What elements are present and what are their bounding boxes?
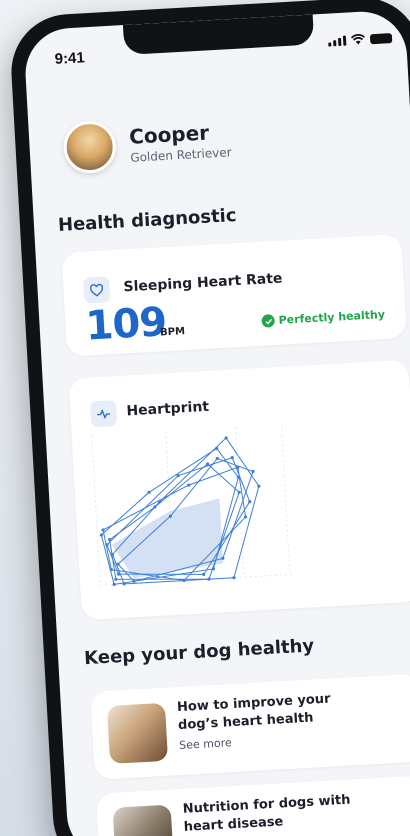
pet-breed: Golden Retriever [129,145,232,165]
heartprint-chart [91,424,294,587]
article-card[interactable]: How to improve your dog’s heart health S… [90,673,410,780]
heart-rate-unit: BPM [159,326,186,339]
heartprint-point [232,576,236,580]
tips-section-title: Keep your dog healthy [83,635,315,670]
see-more-link[interactable]: See more [179,736,232,752]
heartprint-title: Heartprint [126,398,210,420]
pet-name: Cooper [128,120,210,149]
check-circle-icon [261,314,276,328]
page: IN 9:41 Cooper Golden [0,0,410,836]
article-title: Nutrition for dogs with heart disease [182,792,351,835]
article-title: How to improve your dog’s heart health [176,691,331,734]
signal-icon [328,35,347,47]
avatar[interactable] [62,119,118,175]
notch [122,14,315,56]
heartprint-point [207,577,211,581]
phone-screen: 9:41 Cooper Golden Retriever Health diag… [23,9,410,836]
heartprint-point [114,577,118,581]
phone-frame: 9:41 Cooper Golden Retriever Health diag… [8,0,410,836]
heartprint-point [112,582,116,587]
heart-rate-value: 109 [84,299,168,350]
health-status-badge: Perfectly healthy [261,308,385,328]
status-icons [328,32,393,47]
heartprint-point [230,456,234,460]
status-time: 9:41 [54,49,86,68]
pulse-icon [89,400,118,428]
health-section-title: Health diagnostic [57,205,238,236]
sleeping-heart-rate-card[interactable]: Sleeping Heart Rate 109 BPM Perfectly he… [61,233,407,357]
heartprint-card[interactable]: Heartprint [68,359,410,621]
health-status-text: Perfectly healthy [278,307,386,327]
article-thumbnail [112,804,174,836]
profile-header[interactable]: Cooper Golden Retriever [62,113,232,175]
article-card[interactable]: Nutrition for dogs with heart disease [95,775,410,836]
wifi-icon [350,33,365,45]
heartprint-point [251,469,255,474]
battery-icon [369,33,393,45]
heart-icon [82,276,111,304]
sleeping-heart-rate-title: Sleeping Heart Rate [123,270,283,296]
article-thumbnail [106,702,169,764]
